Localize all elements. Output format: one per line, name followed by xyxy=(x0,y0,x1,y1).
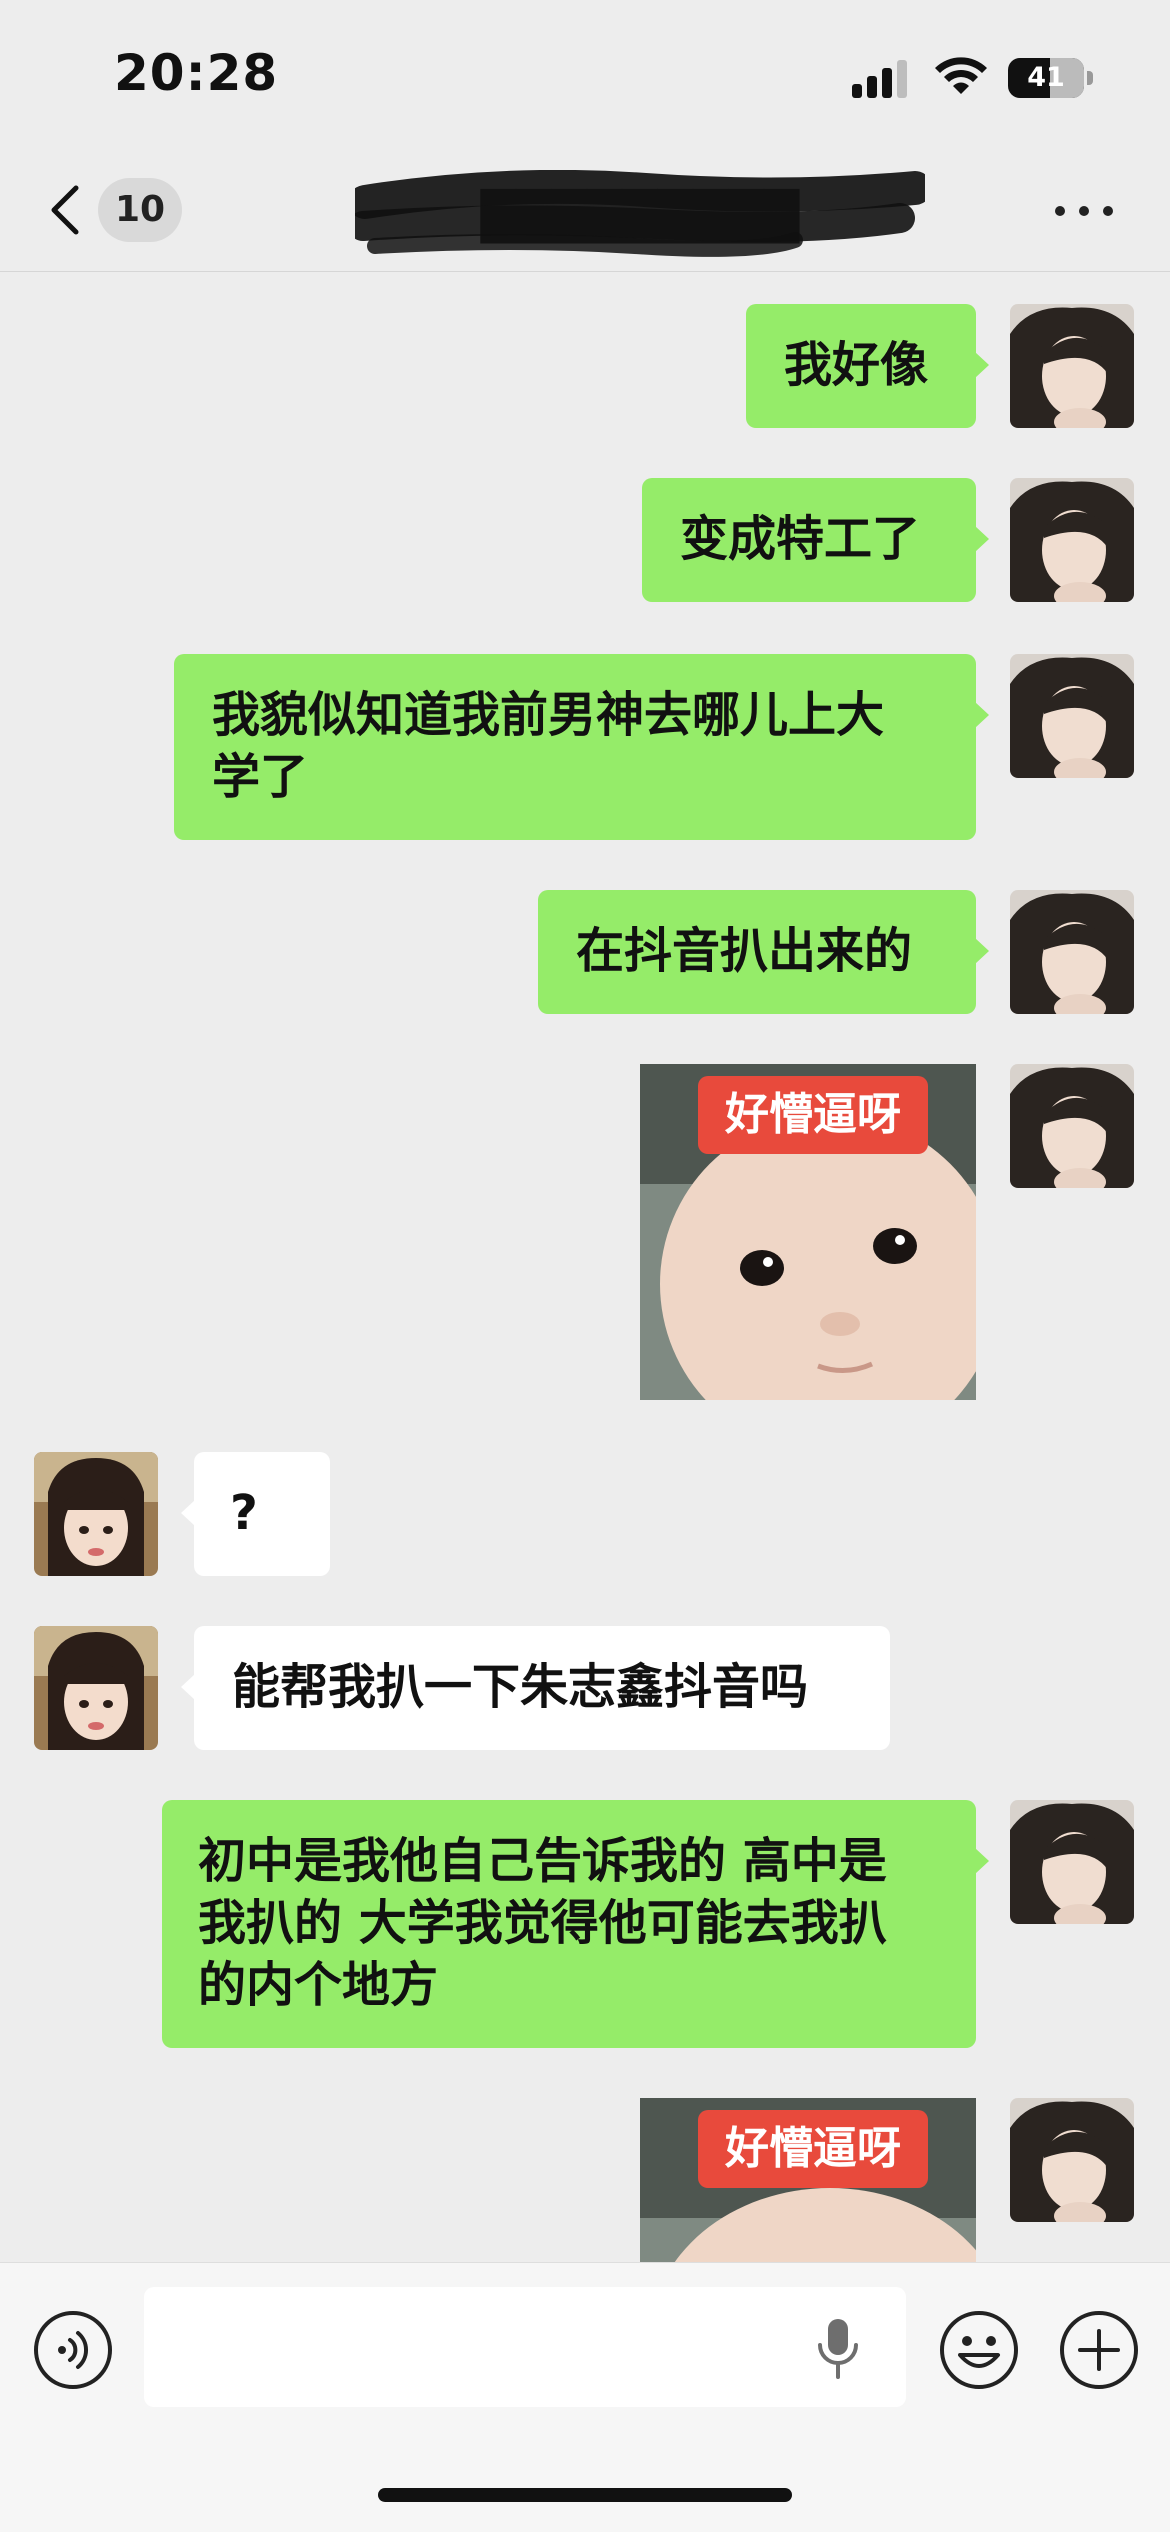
my-avatar-image xyxy=(1010,1800,1134,1924)
status-time: 20:28 xyxy=(114,44,279,102)
my-avatar-image xyxy=(1010,890,1134,1014)
my-avatar-image xyxy=(1010,478,1134,602)
my-avatar[interactable] xyxy=(1010,1064,1134,1188)
my-avatar-image xyxy=(1010,654,1134,778)
chat-header: 10 █████████ xyxy=(0,150,1170,272)
sticker-caption: 好懵逼呀 xyxy=(698,2110,928,2188)
chat-title: █████████ xyxy=(355,170,925,262)
my-avatar[interactable] xyxy=(1010,478,1134,602)
my-avatar-image xyxy=(1010,1064,1134,1188)
outgoing-message-bubble[interactable]: 我好像 xyxy=(746,304,989,428)
cellular-signal-icon xyxy=(852,60,907,98)
contact-avatar[interactable] xyxy=(34,1626,158,1750)
home-indicator xyxy=(378,2488,792,2502)
message-input[interactable] xyxy=(144,2287,906,2407)
contact-avatar-image xyxy=(34,1452,158,1576)
back-button[interactable]: 10 xyxy=(40,172,190,248)
my-avatar[interactable] xyxy=(1010,1800,1134,1924)
message-text: 初中是我他自己告诉我的 高中是 xyxy=(198,1833,887,1889)
my-avatar-image xyxy=(1010,304,1134,428)
sticker-message[interactable]: 好懵逼呀 xyxy=(640,2098,976,2262)
message-text: 变成特工了 xyxy=(680,511,921,567)
incoming-message-bubble[interactable]: ? xyxy=(181,1452,330,1576)
my-avatar[interactable] xyxy=(1010,2098,1134,2222)
outgoing-message-bubble[interactable]: 在抖音扒出来的 xyxy=(538,890,989,1014)
battery-indicator: 41 xyxy=(1008,58,1093,98)
wifi-icon xyxy=(935,57,987,94)
status-bar: 20:28 41 xyxy=(0,0,1170,150)
unread-count-badge: 10 xyxy=(98,178,182,242)
outgoing-message-bubble[interactable]: 我貌似知道我前男神去哪儿上大 学了 xyxy=(174,654,989,840)
microphone-icon[interactable] xyxy=(812,2317,864,2381)
message-text: 我好像 xyxy=(784,337,929,393)
message-text: 在抖音扒出来的 xyxy=(576,923,913,979)
contact-avatar-image xyxy=(34,1626,158,1750)
message-text: ? xyxy=(230,1485,258,1541)
incoming-message-bubble[interactable]: 能帮我扒一下朱志鑫抖音吗 xyxy=(181,1626,890,1750)
message-text: 我貌似知道我前男神去哪儿上大 xyxy=(212,687,885,743)
contact-avatar[interactable] xyxy=(34,1452,158,1576)
my-avatar[interactable] xyxy=(1010,304,1134,428)
plus-icon[interactable] xyxy=(1058,2309,1140,2391)
my-avatar[interactable] xyxy=(1010,654,1134,778)
message-text: 的内个地方 xyxy=(198,1957,439,2013)
outgoing-message-bubble[interactable]: 初中是我他自己告诉我的 高中是 我扒的 大学我觉得他可能去我扒 的内个地方 xyxy=(162,1800,989,2048)
more-dots-icon[interactable] xyxy=(1052,194,1116,228)
my-avatar-image xyxy=(1010,2098,1134,2222)
message-text: 我扒的 大学我觉得他可能去我扒 xyxy=(198,1895,887,1951)
chevron-left-icon xyxy=(51,185,79,235)
sticker-caption: 好懵逼呀 xyxy=(698,1076,928,1154)
redaction-scribble xyxy=(355,170,925,257)
my-avatar[interactable] xyxy=(1010,890,1134,1014)
outgoing-message-bubble[interactable]: 变成特工了 xyxy=(642,478,989,602)
sticker-message[interactable]: 好懵逼呀 xyxy=(640,1064,976,1400)
message-text: 学了 xyxy=(212,749,309,805)
battery-level: 41 xyxy=(1027,62,1065,93)
message-text: 能帮我扒一下朱志鑫抖音吗 xyxy=(232,1659,809,1715)
emoji-icon[interactable] xyxy=(938,2309,1020,2391)
voice-icon[interactable] xyxy=(32,2309,114,2391)
